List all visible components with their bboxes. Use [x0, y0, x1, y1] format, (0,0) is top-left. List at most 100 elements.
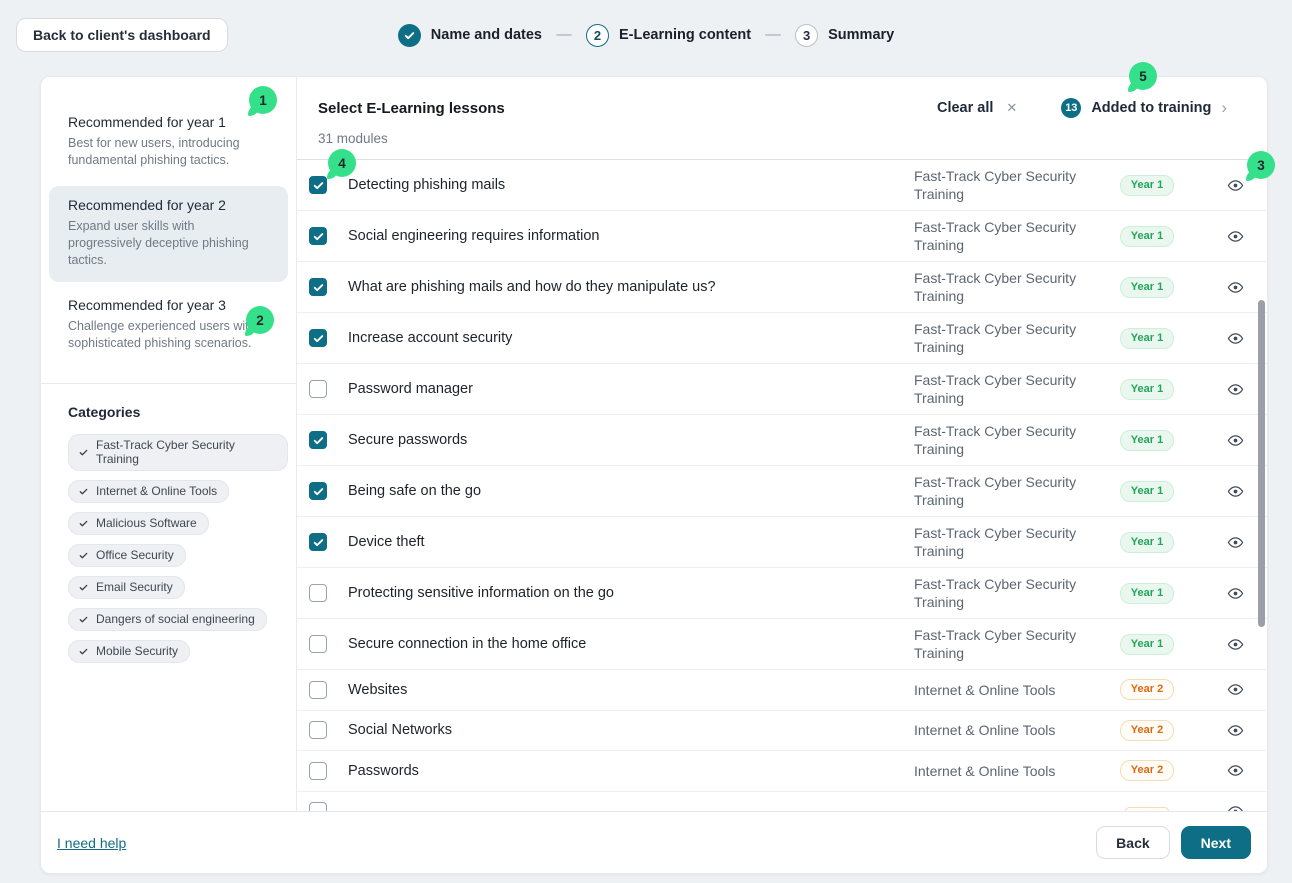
- recommendation-item[interactable]: Recommended for year 2 Expand user skill…: [49, 186, 288, 282]
- lesson-checkbox[interactable]: [309, 721, 327, 739]
- sidebar-divider: [41, 383, 296, 384]
- preview-button[interactable]: [1217, 585, 1253, 602]
- preview-button[interactable]: [1217, 681, 1253, 698]
- category-filter-chip[interactable]: Malicious Software: [68, 512, 209, 535]
- category-chip-label: Mobile Security: [96, 644, 178, 658]
- eye-icon: [1227, 636, 1244, 653]
- preview-button[interactable]: [1217, 330, 1253, 347]
- preview-button[interactable]: [1217, 636, 1253, 653]
- lesson-category: Fast-Track Cyber Security Training: [914, 167, 1077, 203]
- lesson-title: Secure passwords: [327, 432, 914, 448]
- added-to-training-link[interactable]: 13 Added to training ›: [1061, 98, 1227, 118]
- lesson-title: Detecting phishing mails: [327, 177, 914, 193]
- lesson-row: Protecting sensitive information on the …: [297, 568, 1267, 619]
- lesson-checkbox[interactable]: [309, 584, 327, 602]
- lesson-checkbox[interactable]: [309, 802, 327, 811]
- step-label: Name and dates: [431, 27, 542, 43]
- step-summary[interactable]: 3 Summary: [795, 24, 894, 47]
- help-link[interactable]: I need help: [57, 835, 126, 851]
- check-icon: [78, 582, 89, 593]
- lesson-category: Fast-Track Cyber Security Training: [914, 626, 1077, 662]
- lesson-title: Increase account security: [327, 330, 914, 346]
- clear-all-button[interactable]: Clear all ✕: [937, 100, 1017, 116]
- lesson-row: Detecting phishing mails Fast-Track Cybe…: [297, 160, 1267, 211]
- preview-button[interactable]: [1217, 381, 1253, 398]
- category-chip-label: Fast-Track Cyber Security Training: [96, 438, 276, 466]
- lesson-checkbox[interactable]: [309, 681, 327, 699]
- preview-button[interactable]: [1217, 722, 1253, 739]
- lesson-checkbox[interactable]: [309, 227, 327, 245]
- added-count-badge: 13: [1061, 98, 1081, 118]
- lesson-category: Fast-Track Cyber Security Training: [914, 320, 1077, 356]
- next-button[interactable]: Next: [1181, 826, 1251, 859]
- lesson-row: Being safe on the go Fast-Track Cyber Se…: [297, 466, 1267, 517]
- lesson-row: Websites Internet & Online Tools Year 2: [297, 670, 1267, 711]
- category-filter-chip[interactable]: Dangers of social engineering: [68, 608, 267, 631]
- panel-title: Select E-Learning lessons: [318, 100, 505, 117]
- eye-icon: [1227, 681, 1244, 698]
- preview-button[interactable]: [1217, 432, 1253, 449]
- lesson-checkbox[interactable]: [309, 176, 327, 194]
- eye-icon: [1227, 483, 1244, 500]
- eye-icon: [1227, 762, 1244, 779]
- eye-icon: [1227, 228, 1244, 245]
- checkmark-icon: [312, 434, 325, 447]
- year-badge: Year 2: [1120, 720, 1174, 741]
- preview-button[interactable]: [1217, 483, 1253, 500]
- modules-count: 31 modules: [318, 131, 1249, 146]
- recommendation-description: Best for new users, introducing fundamen…: [68, 135, 269, 169]
- lesson-row: Secure connection in the home office Fas…: [297, 619, 1267, 670]
- clear-all-label: Clear all: [937, 100, 993, 116]
- year-badge: Year 2: [1120, 679, 1174, 700]
- category-chip-label: Email Security: [96, 580, 173, 594]
- lesson-category: Fast-Track Cyber Security Training: [914, 218, 1077, 254]
- wizard-card: Recommended for year 1 Best for new user…: [40, 76, 1268, 874]
- preview-button[interactable]: [1217, 279, 1253, 296]
- checkmark-icon: [312, 332, 325, 345]
- category-filter-chip[interactable]: Fast-Track Cyber Security Training: [68, 434, 288, 471]
- lesson-category: Internet & Online Tools: [914, 681, 1077, 699]
- preview-button[interactable]: [1217, 803, 1253, 811]
- eye-icon: [1227, 381, 1244, 398]
- step-label: Summary: [828, 27, 894, 43]
- lesson-checkbox[interactable]: [309, 431, 327, 449]
- check-icon: [78, 646, 89, 657]
- category-chip-label: Dangers of social engineering: [96, 612, 255, 626]
- lesson-checkbox[interactable]: [309, 380, 327, 398]
- lesson-title: Being safe on the go: [327, 483, 914, 499]
- step-elearning-content[interactable]: 2 E-Learning content: [586, 24, 751, 47]
- year-badge: Year 1: [1120, 379, 1174, 400]
- lesson-category: Fast-Track Cyber Security Training: [914, 575, 1077, 611]
- category-filter-chip[interactable]: Mobile Security: [68, 640, 190, 663]
- card-footer: I need help Back Next: [41, 811, 1267, 873]
- lesson-checkbox[interactable]: [309, 329, 327, 347]
- checkmark-icon: [312, 485, 325, 498]
- lesson-checkbox[interactable]: [309, 278, 327, 296]
- lesson-title: Secure connection in the home office: [327, 636, 914, 652]
- step-number: 2: [586, 24, 609, 47]
- scrollbar-thumb[interactable]: [1258, 300, 1265, 627]
- lesson-checkbox[interactable]: [309, 533, 327, 551]
- category-filter-chip[interactable]: Email Security: [68, 576, 185, 599]
- step-name-and-dates[interactable]: Name and dates: [398, 24, 542, 47]
- annotation-badge-1: 1: [249, 86, 277, 114]
- back-button[interactable]: Back: [1096, 826, 1169, 859]
- category-filter-chip[interactable]: Office Security: [68, 544, 186, 567]
- wizard-stepper: Name and dates 2 E-Learning content 3 Su…: [0, 22, 1292, 48]
- main-panel: Select E-Learning lessons Clear all ✕ 13…: [297, 77, 1267, 811]
- preview-button[interactable]: [1217, 534, 1253, 551]
- lesson-checkbox[interactable]: [309, 762, 327, 780]
- lesson-checkbox[interactable]: [309, 635, 327, 653]
- annotation-badge-5: 5: [1129, 62, 1157, 90]
- step-number: 3: [795, 24, 818, 47]
- lesson-checkbox[interactable]: [309, 482, 327, 500]
- lesson-row: What are phishing mails and how do they …: [297, 262, 1267, 313]
- preview-button[interactable]: [1217, 762, 1253, 779]
- year-badge: Year 1: [1120, 481, 1174, 502]
- year-badge: Year 2: [1120, 760, 1174, 781]
- eye-icon: [1227, 534, 1244, 551]
- annotation-badge-4: 4: [328, 149, 356, 177]
- category-filter-chip[interactable]: Internet & Online Tools: [68, 480, 229, 503]
- checkmark-icon: [312, 281, 325, 294]
- preview-button[interactable]: [1217, 228, 1253, 245]
